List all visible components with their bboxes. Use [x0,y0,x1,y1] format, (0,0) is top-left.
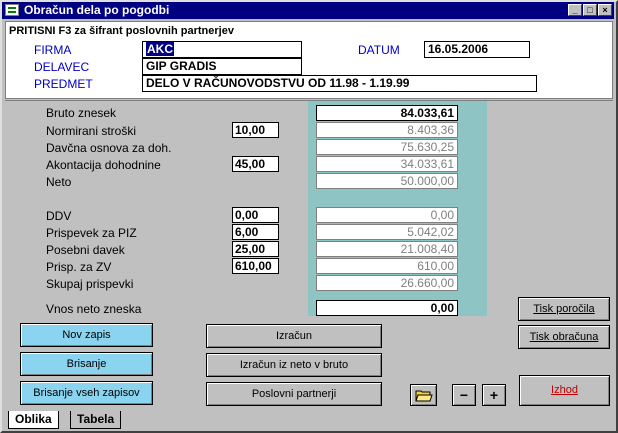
davcna-value: 75.630,25 [316,139,458,155]
title-bar: Obračun dela po pogodbi _ □ × [2,2,614,19]
posebni-value: 21.008,40 [316,241,458,257]
akontacija-value: 34.033,61 [316,156,458,172]
ddv-label: DDV [46,209,72,223]
normirani-label: Normirani stroški [46,124,137,138]
posebni-label: Posebni davek [46,243,125,257]
posebni-percent[interactable]: 25,00 [232,241,279,257]
ddv-value: 0,00 [316,207,458,223]
tisk-porocila-button[interactable]: Tisk poročila [518,297,610,321]
window-title: Obračun dela po pogodbi [24,3,170,17]
neto-value: 50.000,00 [316,173,458,189]
izhod-label: Izhod [551,384,578,396]
tisk-obracuna-button[interactable]: Tisk obračuna [518,325,610,349]
firma-label: FIRMA [34,43,72,57]
predmet-label: PREDMET [34,77,93,91]
izracun-iz-neto-button[interactable]: Izračun iz neto v bruto [206,353,382,377]
ddv-percent[interactable]: 0,00 [232,207,279,223]
brisanje-button[interactable]: Brisanje [20,352,153,376]
zv-value: 610,00 [316,258,458,274]
datum-label: DATUM [358,43,400,57]
tab-oblika[interactable]: Oblika [8,411,59,429]
akontacija-percent[interactable]: 45,00 [232,156,279,172]
neto-label: Neto [46,175,72,189]
bruto-label: Bruto znesek [46,106,117,120]
delavec-label: DELAVEC [34,60,90,74]
piz-label: Prispevek za PIZ [46,226,137,240]
tab-tabela[interactable]: Tabela [70,411,122,429]
open-folder-icon [414,390,433,402]
minimize-button[interactable]: _ [568,4,582,16]
tisk-obracuna-label: Tisk obračuna [529,331,599,343]
nov-zapis-button[interactable]: Nov zapis [20,323,153,347]
piz-percent[interactable]: 6,00 [232,224,279,240]
f3-hint: PRITISNI F3 za šifrant poslovnih partner… [9,25,234,37]
skupaj-label: Skupaj prispevki [46,277,134,291]
izhod-button[interactable]: Izhod [519,375,610,406]
akontacija-label: Akontacija dohodnine [46,158,161,172]
maximize-button[interactable]: □ [583,4,597,16]
izracun-button[interactable]: Izračun [206,324,382,348]
delavec-field[interactable]: GIP GRADIS [142,58,302,75]
bruto-value[interactable]: 84.033,61 [316,105,458,121]
close-button[interactable]: × [598,4,612,16]
zv-percent[interactable]: 610,00 [232,258,279,274]
tisk-porocila-label: Tisk poročila [533,303,595,315]
poslovni-partnerji-button[interactable]: Poslovni partnerji [206,382,382,406]
minus-button[interactable]: − [452,384,476,406]
vnos-neto-field[interactable]: 0,00 [316,300,458,316]
firma-value: AKC [146,42,174,56]
predmet-field[interactable]: DELO V RAČUNOVODSTVU OD 11.98 - 1.19.99 [142,75,537,92]
datum-field[interactable]: 16.05.2006 [424,41,530,58]
firma-field[interactable]: AKC [142,41,302,58]
brisanje-vseh-button[interactable]: Brisanje vseh zapisov [20,381,153,405]
open-folder-button[interactable] [410,384,437,406]
plus-button[interactable]: + [482,384,506,406]
normirani-value: 8.403,36 [316,122,458,138]
davcna-label: Davčna osnova za doh. [46,141,172,155]
zv-label: Prisp. za ZV [46,260,112,274]
piz-value: 5.042,02 [316,224,458,240]
view-tabs: Oblika Tabela [0,408,618,433]
vnos-neto-label: Vnos neto zneska [46,302,142,316]
app-icon [5,4,19,16]
skupaj-value: 26.660,00 [316,275,458,291]
normirani-percent[interactable]: 10,00 [232,122,279,138]
